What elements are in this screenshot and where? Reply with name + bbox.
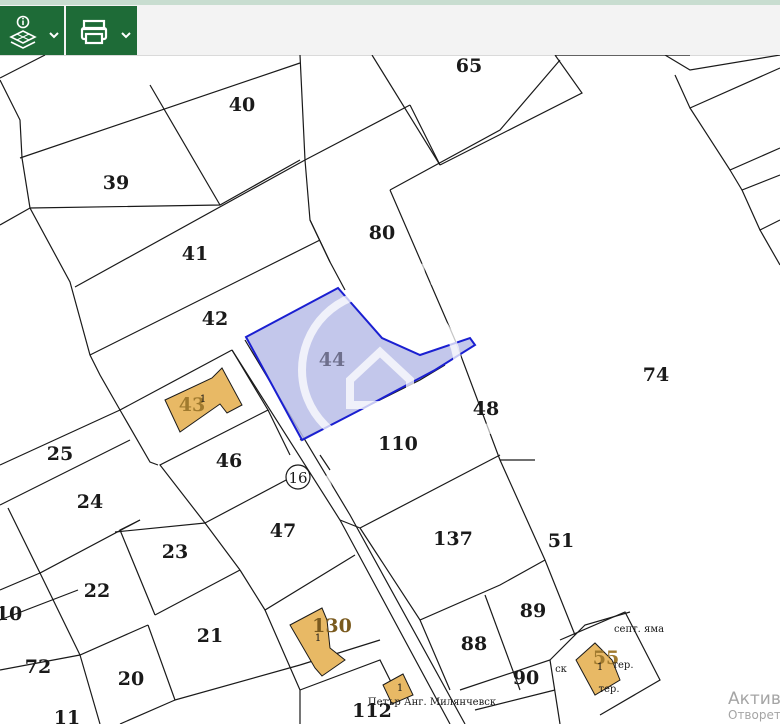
floor-count: 1 [597,662,603,673]
plot-label-selected: 44 [319,349,345,371]
plot-label: 42 [202,308,228,330]
plot-label: 51 [548,530,574,552]
plot-label: 39 [103,172,129,194]
street-number: 16 [288,469,307,487]
map-canvas[interactable]: РОЯЛ НЕДВИЖИМИ ИМОТИ 65 40 39 80 41 42 4… [0,55,780,724]
printer-icon [80,19,131,44]
plot-label: 74 [643,364,669,386]
street-name: Петър Анг. Милянчевск [368,697,497,708]
map-toolbar [0,5,780,56]
plot-label: 46 [216,450,242,472]
print-button[interactable] [66,6,137,55]
plot-label: 20 [118,668,144,690]
plot-label: 47 [270,520,296,542]
plot-label: 10 [0,603,22,625]
plot-label: 65 [456,55,482,77]
plot-label: 25 [47,443,73,465]
plot-label: 90 [513,667,539,689]
plot-label: 80 [369,222,395,244]
activation-title: Активиране на Windows [728,690,780,710]
windows-activation-notice: Активиране на Windows Отворете Настройки [728,690,780,722]
chevron-down-icon [120,31,131,38]
plot-label: 110 [378,433,418,455]
cadastral-map[interactable]: РОЯЛ НЕДВИЖИМИ ИМОТИ 65 40 39 80 41 42 4… [0,55,780,724]
plot-label: 22 [84,580,110,602]
terrace-label: тер. [598,684,619,695]
terrace-label: тер. [612,660,633,671]
plot-label: 40 [229,94,255,116]
watermark-brand: РОЯЛ [341,257,440,305]
chevron-down-icon [49,31,59,38]
plot-label: 48 [473,398,499,420]
floor-count: 1 [315,633,321,644]
septic-tank-label: септ. яма [614,624,664,635]
plot-label: 11 [54,707,80,724]
layers-button[interactable] [0,6,64,55]
plot-label: 88 [461,633,487,655]
layers-info-icon [9,15,59,49]
plot-label: 23 [162,541,188,563]
plot-label: 137 [433,528,473,550]
plot-label: 41 [182,243,208,265]
activation-subtitle: Отворете Настройки [728,707,780,722]
floor-count: 1 [200,394,206,405]
plot-label: 21 [197,625,223,647]
plot-label: 89 [520,600,546,622]
floor-count: 1 [397,683,403,694]
watermark-text: НЕДВИЖИМИ ИМОТИ [317,418,500,493]
sk-label: ск [555,664,568,675]
plot-label: 72 [25,656,51,678]
plot-label: 24 [77,491,103,513]
